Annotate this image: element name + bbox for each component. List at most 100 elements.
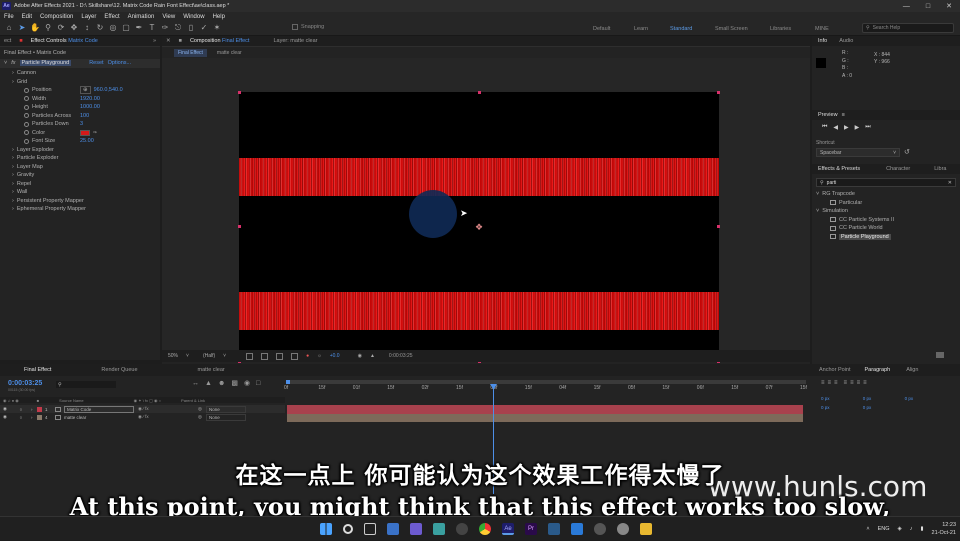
tab-anchor-point[interactable]: Anchor Point <box>819 367 851 373</box>
rectangle-tool-icon[interactable]: ▢ <box>121 23 131 33</box>
resolution-dropdown[interactable]: (Half) <box>203 353 215 359</box>
transform-handle-tr[interactable] <box>717 91 720 94</box>
color-swatch[interactable] <box>80 129 90 136</box>
effect-property-value[interactable]: 100 <box>80 113 89 119</box>
comp-mini-flowchart-icon[interactable]: ↔ <box>192 380 199 387</box>
tab-character[interactable]: Character <box>886 166 910 172</box>
eyedropper-icon[interactable]: ✑ <box>93 130 97 136</box>
work-area-bar[interactable] <box>286 380 806 384</box>
expand-chevron-icon[interactable]: › <box>12 172 14 178</box>
effects-list-item[interactable]: Particular <box>830 200 862 206</box>
visibility-eye-icon[interactable]: ◉ <box>3 406 11 412</box>
expand-chevron-icon[interactable]: › <box>12 181 14 187</box>
expand-chevron-icon[interactable]: › <box>12 189 14 195</box>
chevron-down-icon[interactable]: ˅ <box>223 353 226 359</box>
workspace-small-screen[interactable]: Small Screen <box>715 26 748 32</box>
type-tool-icon[interactable]: T <box>147 23 157 33</box>
effect-property-row[interactable]: Particles Across 100 <box>0 112 160 121</box>
pan-tool-icon[interactable]: ✥ <box>69 23 79 33</box>
effect-property-row[interactable]: › Grid <box>0 78 160 87</box>
snapshot-camera-icon[interactable]: ◉ <box>358 353 362 359</box>
brush-tool-icon[interactable]: ✑ <box>160 23 170 33</box>
layer-bar-matte-clear[interactable] <box>287 414 803 422</box>
rotate-tool-icon[interactable]: ↻ <box>95 23 105 33</box>
reset-link[interactable]: Reset <box>89 60 103 66</box>
search-help-field[interactable]: ⚲ Search Help <box>862 23 954 33</box>
composition-viewer[interactable]: ➤ ❖ <box>162 58 810 363</box>
effect-property-row[interactable]: Width 1920.00 <box>0 95 160 104</box>
table-row[interactable]: ◉ ○ › 1 Matrix Code ◉ ∕ fx ◎ None <box>0 405 285 413</box>
clear-search-icon[interactable]: ✕ <box>948 180 952 186</box>
selection-tool-icon[interactable]: ➤ <box>17 23 27 33</box>
layer-bar-matrix-code[interactable] <box>287 405 803 414</box>
stopwatch-icon[interactable] <box>24 121 29 127</box>
close-icon[interactable]: ✕ <box>946 2 952 10</box>
menu-composition[interactable]: Composition <box>40 14 73 20</box>
menu-window[interactable]: Window <box>183 14 204 20</box>
effect-property-row[interactable]: › Ephemeral Property Mapper <box>0 205 160 214</box>
effect-property-row[interactable]: › Cannon <box>0 69 160 78</box>
effect-property-value[interactable]: 3 <box>80 121 83 127</box>
folder-chevron-icon[interactable]: ˅ <box>816 191 819 197</box>
align-center-icon[interactable]: ≡ <box>828 380 832 386</box>
transform-handle-ml[interactable] <box>238 225 241 228</box>
github-desktop-icon[interactable] <box>594 523 606 535</box>
tab-effect-controls[interactable]: Effect Controls Matrix Code <box>31 38 98 44</box>
effect-property-row[interactable]: › Particle Exploder <box>0 154 160 163</box>
effects-search-field[interactable]: ⚲ parti ✕ <box>816 178 956 187</box>
wifi-icon[interactable]: ◈ <box>898 526 902 532</box>
table-row[interactable]: ◉ ○ › 4 matte clear ◉ ∕ fx ◎ None <box>0 413 285 421</box>
previous-frame-icon[interactable]: ◀ <box>833 124 838 131</box>
effect-header-row[interactable]: ˅ fx Particle Playground Reset Options..… <box>0 59 160 68</box>
dolly-tool-icon[interactable]: ↕ <box>82 23 92 33</box>
snapping-checkbox[interactable] <box>292 24 298 30</box>
teams-chat-icon[interactable] <box>410 523 422 535</box>
chrome-icon[interactable] <box>479 523 491 535</box>
tray-chevron-icon[interactable]: ˄ <box>866 526 869 532</box>
layer-name[interactable]: matte clear <box>64 415 134 420</box>
expand-chevron-icon[interactable]: › <box>12 206 14 212</box>
transform-handle-tl[interactable] <box>238 91 241 94</box>
effects-list-item[interactable]: CC Particle Systems II <box>830 217 894 223</box>
current-time-display[interactable]: 0:00:03:25 <box>389 353 413 359</box>
davinci-icon[interactable] <box>617 523 629 535</box>
tab-composition[interactable]: Composition Final Effect <box>190 38 250 44</box>
parent-dropdown[interactable]: None <box>206 405 246 413</box>
keyboard-language[interactable]: ENG <box>878 526 890 532</box>
vscode-icon[interactable] <box>571 523 583 535</box>
expand-chevron-icon[interactable]: › <box>12 155 14 161</box>
subtab-final-effect[interactable]: Final Effect <box>174 49 207 57</box>
color-channels-icon[interactable]: ● <box>306 353 309 359</box>
region-of-interest-icon[interactable] <box>246 352 254 360</box>
effect-property-row[interactable]: › Persistent Property Mapper <box>0 197 160 206</box>
volume-icon[interactable]: ♪ <box>910 526 913 532</box>
folder-chevron-icon[interactable]: ˅ <box>816 208 819 214</box>
tab-align[interactable]: Align <box>906 367 918 373</box>
collapse-chevron-icon[interactable]: ˅ <box>4 60 7 66</box>
effect-property-row[interactable]: › Repel <box>0 180 160 189</box>
workspace-standard[interactable]: Standard <box>670 26 692 32</box>
workspace-mine[interactable]: MINE <box>815 26 829 32</box>
shortcut-dropdown[interactable]: Spacebar ˅ <box>816 148 900 157</box>
indent-right-value[interactable]: 0 px <box>863 396 872 401</box>
battery-icon[interactable]: ▮ <box>921 526 924 532</box>
space-before-value[interactable]: 0 px <box>821 405 830 410</box>
menu-effect[interactable]: Effect <box>104 14 119 20</box>
stopwatch-icon[interactable] <box>24 104 29 110</box>
workspace-learn[interactable]: Learn <box>634 26 648 32</box>
exposure-icon[interactable]: ☼ <box>317 353 322 359</box>
eraser-tool-icon[interactable]: ▯ <box>186 23 196 33</box>
justify-last-left-icon[interactable]: ≡ <box>844 380 848 386</box>
premiere-pro-icon[interactable]: Pr <box>525 523 537 535</box>
timeline-timecode[interactable]: 0:00:03:25 <box>8 380 42 387</box>
stopwatch-icon[interactable] <box>24 138 29 144</box>
panel-menu-icon[interactable]: » <box>153 38 156 44</box>
obs-icon[interactable] <box>456 523 468 535</box>
maximize-icon[interactable]: □ <box>926 3 930 10</box>
transparency-grid-icon[interactable] <box>261 352 269 360</box>
menu-file[interactable]: File <box>4 14 14 20</box>
file-explorer-icon[interactable] <box>640 523 652 535</box>
indent-first-value[interactable]: 0 px <box>905 396 914 401</box>
exposure-value[interactable]: +0.0 <box>330 353 340 359</box>
show-snapshot-icon[interactable]: ▲ <box>370 353 375 359</box>
